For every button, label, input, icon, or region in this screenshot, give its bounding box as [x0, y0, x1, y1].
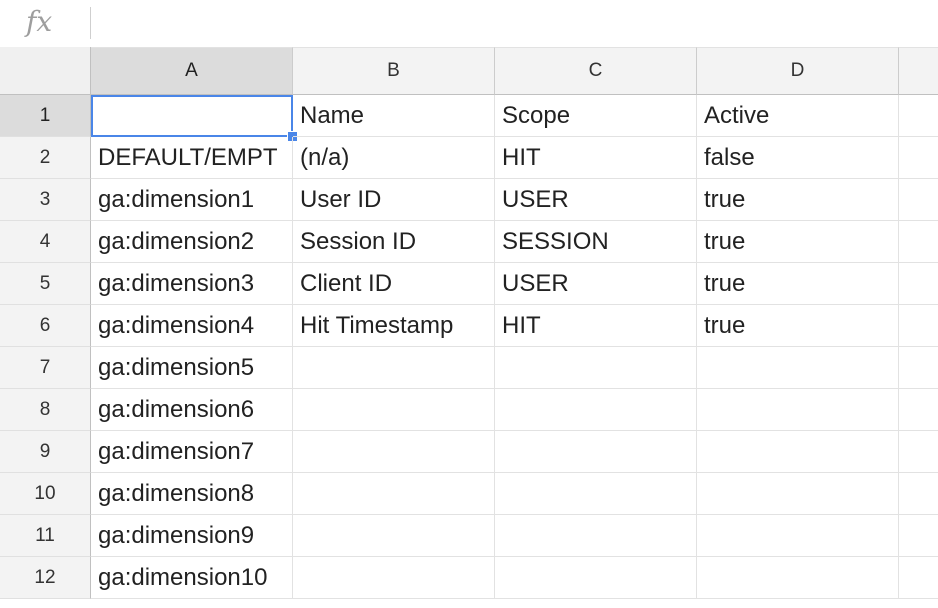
- cell-e11[interactable]: [899, 515, 938, 557]
- row-header-12[interactable]: 12: [0, 557, 91, 599]
- cell-c3[interactable]: USER: [495, 179, 697, 221]
- row-header-2[interactable]: 2: [0, 137, 91, 179]
- cell-c8[interactable]: [495, 389, 697, 431]
- cell-a3[interactable]: ga:dimension1: [91, 179, 293, 221]
- cell-d10[interactable]: [697, 473, 899, 515]
- cell-b6[interactable]: Hit Timestamp: [293, 305, 495, 347]
- cell-a11[interactable]: ga:dimension9: [91, 515, 293, 557]
- cell-c1[interactable]: Scope: [495, 95, 697, 137]
- cell-c11[interactable]: [495, 515, 697, 557]
- cell-c9[interactable]: [495, 431, 697, 473]
- cell-d1[interactable]: Active: [697, 95, 899, 137]
- column-header-b[interactable]: B: [293, 47, 495, 95]
- cell-b11[interactable]: [293, 515, 495, 557]
- cell-b4[interactable]: Session ID: [293, 221, 495, 263]
- cell-d8[interactable]: [697, 389, 899, 431]
- cell-b7[interactable]: [293, 347, 495, 389]
- cell-a2[interactable]: DEFAULT/EMPT: [91, 137, 293, 179]
- cell-e1[interactable]: [899, 95, 938, 137]
- cell-e5[interactable]: [899, 263, 938, 305]
- column-header-d[interactable]: D: [697, 47, 899, 95]
- cell-b8[interactable]: [293, 389, 495, 431]
- formula-input[interactable]: [100, 6, 920, 40]
- cell-e7[interactable]: [899, 347, 938, 389]
- cell-e4[interactable]: [899, 221, 938, 263]
- cell-c4[interactable]: SESSION: [495, 221, 697, 263]
- cell-c6[interactable]: HIT: [495, 305, 697, 347]
- cell-d3[interactable]: true: [697, 179, 899, 221]
- cell-d6[interactable]: true: [697, 305, 899, 347]
- cell-c10[interactable]: [495, 473, 697, 515]
- cell-c7[interactable]: [495, 347, 697, 389]
- cell-b10[interactable]: [293, 473, 495, 515]
- cell-e10[interactable]: [899, 473, 938, 515]
- row-header-10[interactable]: 10: [0, 473, 91, 515]
- cell-e8[interactable]: [899, 389, 938, 431]
- cell-e3[interactable]: [899, 179, 938, 221]
- row-header-7[interactable]: 7: [0, 347, 91, 389]
- cell-b12[interactable]: [293, 557, 495, 599]
- row-header-8[interactable]: 8: [0, 389, 91, 431]
- cell-c5[interactable]: USER: [495, 263, 697, 305]
- fx-icon: fx: [26, 5, 53, 38]
- cell-d9[interactable]: [697, 431, 899, 473]
- row-header-5[interactable]: 5: [0, 263, 91, 305]
- cell-a7[interactable]: ga:dimension5: [91, 347, 293, 389]
- cell-e6[interactable]: [899, 305, 938, 347]
- column-header-a[interactable]: A: [91, 47, 293, 95]
- cell-a8[interactable]: ga:dimension6: [91, 389, 293, 431]
- cell-d7[interactable]: [697, 347, 899, 389]
- cell-d4[interactable]: true: [697, 221, 899, 263]
- cell-d12[interactable]: [697, 557, 899, 599]
- row-header-6[interactable]: 6: [0, 305, 91, 347]
- column-header-c[interactable]: C: [495, 47, 697, 95]
- cell-c12[interactable]: [495, 557, 697, 599]
- cell-a9[interactable]: ga:dimension7: [91, 431, 293, 473]
- row-header-9[interactable]: 9: [0, 431, 91, 473]
- formula-bar: fx: [0, 0, 938, 47]
- row-header-1[interactable]: 1: [0, 95, 91, 137]
- cell-a6[interactable]: ga:dimension4: [91, 305, 293, 347]
- column-header-e[interactable]: [899, 47, 938, 95]
- cell-e9[interactable]: [899, 431, 938, 473]
- cell-a4[interactable]: ga:dimension2: [91, 221, 293, 263]
- select-all-corner[interactable]: [0, 47, 91, 95]
- cell-a5[interactable]: ga:dimension3: [91, 263, 293, 305]
- cell-b5[interactable]: Client ID: [293, 263, 495, 305]
- cell-c2[interactable]: HIT: [495, 137, 697, 179]
- cell-a12[interactable]: ga:dimension10: [91, 557, 293, 599]
- cell-d5[interactable]: true: [697, 263, 899, 305]
- cell-b9[interactable]: [293, 431, 495, 473]
- spreadsheet-grid: A B C D 1 Name Scope Active 2 DEFAULT/EMPT (n/a) HI…: [0, 47, 938, 608]
- row-header-11[interactable]: 11: [0, 515, 91, 557]
- cell-b3[interactable]: User ID: [293, 179, 495, 221]
- cell-d2[interactable]: false: [697, 137, 899, 179]
- cell-e12[interactable]: [899, 557, 938, 599]
- row-header-3[interactable]: 3: [0, 179, 91, 221]
- cell-d11[interactable]: [697, 515, 899, 557]
- cell-a1[interactable]: [91, 95, 293, 137]
- cell-b1[interactable]: Name: [293, 95, 495, 137]
- cell-a10[interactable]: ga:dimension8: [91, 473, 293, 515]
- cell-b2[interactable]: (n/a): [293, 137, 495, 179]
- row-header-4[interactable]: 4: [0, 221, 91, 263]
- formula-bar-divider: [90, 7, 91, 39]
- cell-e2[interactable]: [899, 137, 938, 179]
